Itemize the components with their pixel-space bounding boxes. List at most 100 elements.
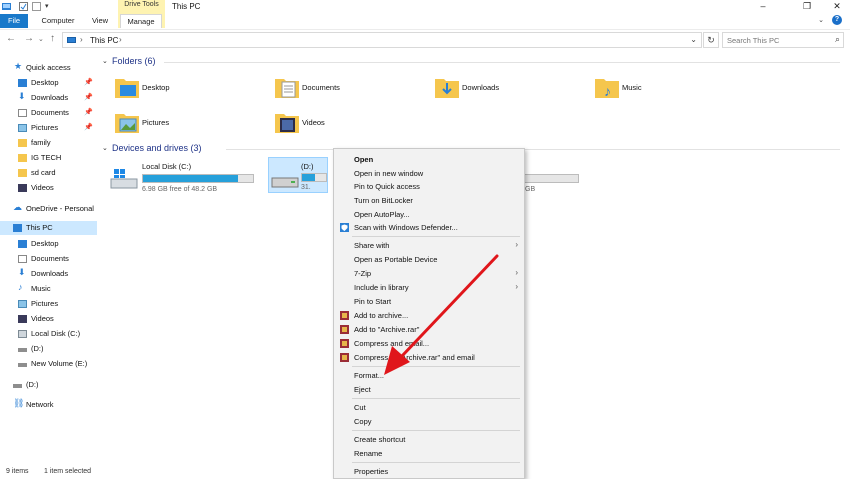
nav-quick-downloads[interactable]: ⬇ Downloads 📌	[0, 91, 97, 105]
nav-label: Music	[31, 284, 51, 293]
nav-pc-downloads[interactable]: ⬇ Downloads	[0, 267, 97, 281]
properties-icon[interactable]	[19, 2, 28, 11]
help-icon[interactable]: ?	[832, 15, 842, 25]
maximize-button[interactable]: ❐	[797, 0, 817, 12]
back-arrow-icon[interactable]: ←	[6, 33, 16, 44]
tab-computer[interactable]: Computer	[38, 14, 78, 28]
nav-quick-documents[interactable]: Documents 📌	[0, 106, 97, 120]
folder-tile[interactable]: Videos	[274, 109, 424, 139]
menu-item-pin-quick-access[interactable]: Pin to Quick access	[334, 180, 524, 193]
search-icon[interactable]: ⌕	[835, 34, 840, 45]
breadcrumb-this-pc[interactable]: This PC	[90, 36, 118, 45]
close-button[interactable]: ✕	[827, 0, 847, 12]
menu-item-7zip[interactable]: 7-Zip ›	[334, 267, 524, 280]
folders-group-header[interactable]: ⌄ Folders (6)	[102, 56, 842, 68]
menu-item-format[interactable]: Format...	[334, 369, 524, 382]
nav-pc-d[interactable]: (D:)	[0, 342, 97, 356]
drive-free-space: 6.98 GB free of 48.2 GB	[142, 186, 218, 193]
drive-tile-c[interactable]: Local Disk (C:) 6.98 GB free of 48.2 GB	[110, 159, 260, 199]
menu-item-open-new-window[interactable]: Open in new window	[334, 167, 524, 180]
nav-quick-desktop[interactable]: Desktop 📌	[0, 76, 97, 90]
menu-item-label: Open as Portable Device	[354, 255, 438, 264]
submenu-arrow-icon: ›	[515, 268, 518, 277]
folder-tile[interactable]: Desktop	[114, 74, 264, 104]
nav-pc-new-volume-e[interactable]: New Volume (E:)	[0, 357, 97, 371]
menu-item-compress-rar-email[interactable]: Compress to "Archive.rar" and email	[334, 351, 524, 364]
menu-item-label: Add to "Archive.rar"	[354, 325, 420, 334]
tab-file[interactable]: File	[0, 14, 28, 28]
minimize-button[interactable]: –	[753, 0, 773, 12]
folder-tile[interactable]: ♪ Music	[594, 74, 744, 104]
customize-toolbar-icon[interactable]: ▾	[45, 2, 54, 11]
menu-item-cut[interactable]: Cut	[334, 401, 524, 414]
nav-pc-documents[interactable]: Documents	[0, 252, 97, 266]
nav-quick-ig-tech[interactable]: IG TECH	[0, 151, 97, 165]
nav-quick-family[interactable]: family	[0, 136, 97, 150]
nav-this-pc[interactable]: This PC	[0, 221, 97, 235]
menu-item-compress-email[interactable]: Compress and email...	[334, 337, 524, 350]
menu-item-properties[interactable]: Properties	[334, 465, 524, 478]
address-dropdown-icon[interactable]: ⌄	[690, 35, 697, 44]
menu-item-eject[interactable]: Eject	[334, 383, 524, 396]
nav-network[interactable]: ⛓ Network	[0, 398, 97, 412]
item-count: 9 items	[6, 468, 29, 475]
nav-pc-music[interactable]: ♪ Music	[0, 282, 97, 296]
up-arrow-icon[interactable]: ↑	[50, 33, 55, 44]
context-menu: Open Open in new window Pin to Quick acc…	[333, 148, 525, 479]
menu-item-create-shortcut[interactable]: Create shortcut	[334, 433, 524, 446]
nav-pc-pictures[interactable]: Pictures	[0, 297, 97, 311]
drive-tile-d[interactable]: (D:) 31.	[268, 157, 328, 193]
nav-label: Quick access	[26, 63, 71, 72]
menu-item-label: Pin to Quick access	[354, 182, 420, 191]
address-bar[interactable]: › This PC › ⌄	[62, 32, 702, 48]
nav-quick-sd-card[interactable]: sd card	[0, 166, 97, 180]
menu-item-portable-device[interactable]: Open as Portable Device	[334, 253, 524, 266]
nav-removable-d[interactable]: (D:)	[0, 378, 97, 392]
tab-view[interactable]: View	[88, 14, 112, 28]
menu-item-label: 7-Zip	[354, 269, 372, 278]
this-pc-icon	[13, 224, 22, 232]
videos-folder-icon	[275, 114, 299, 133]
downloads-folder-icon	[435, 79, 459, 98]
folder-tile[interactable]: Pictures	[114, 109, 264, 139]
menu-item-rename[interactable]: Rename	[334, 447, 524, 460]
menu-item-label: Pin to Start	[354, 297, 392, 306]
nav-pc-local-disk-c[interactable]: Local Disk (C:)	[0, 327, 97, 341]
collapse-chevron-icon[interactable]: ⌄	[102, 57, 108, 65]
recent-locations-icon[interactable]: ⌄	[38, 35, 44, 43]
folder-tile[interactable]: Documents	[274, 74, 424, 104]
nav-pc-videos[interactable]: Videos	[0, 312, 97, 326]
nav-quick-access[interactable]: ★ Quick access	[0, 61, 97, 75]
menu-item-open[interactable]: Open	[334, 153, 524, 166]
menu-item-bitlocker[interactable]: Turn on BitLocker	[334, 194, 524, 207]
drive-name: (D:)	[301, 162, 314, 171]
menu-item-include-library[interactable]: Include in library ›	[334, 281, 524, 294]
menu-item-share-with[interactable]: Share with ›	[334, 239, 524, 252]
menu-item-pin-start[interactable]: Pin to Start	[334, 295, 524, 308]
collapse-chevron-icon[interactable]: ⌄	[102, 144, 108, 152]
expand-ribbon-icon[interactable]: ⌄	[818, 16, 824, 24]
folder-label: Desktop	[142, 83, 170, 92]
menu-item-copy[interactable]: Copy	[334, 415, 524, 428]
menu-item-autoplay[interactable]: Open AutoPlay...	[334, 208, 524, 221]
breadcrumb-chevron-icon[interactable]: ›	[119, 35, 122, 44]
nav-onedrive[interactable]: ☁ OneDrive - Personal	[0, 202, 97, 216]
menu-item-label: Open	[354, 155, 374, 164]
folder-tile[interactable]: Downloads	[434, 74, 584, 104]
downloads-icon: ⬇	[18, 267, 26, 277]
breadcrumb-chevron-icon[interactable]: ›	[80, 35, 83, 44]
nav-pc-desktop[interactable]: Desktop	[0, 237, 97, 251]
menu-item-add-archive[interactable]: Add to archive...	[334, 309, 524, 322]
nav-quick-videos[interactable]: Videos	[0, 181, 97, 195]
menu-item-defender-scan[interactable]: Scan with Windows Defender...	[334, 221, 524, 234]
tab-manage[interactable]: Manage	[120, 14, 162, 28]
new-folder-icon[interactable]	[32, 2, 41, 11]
menu-separator	[352, 366, 520, 367]
menu-item-add-archive-rar[interactable]: Add to "Archive.rar"	[334, 323, 524, 336]
search-input[interactable]: Search This PC ⌕	[722, 32, 844, 48]
refresh-icon[interactable]: ↻	[703, 32, 719, 48]
forward-arrow-icon[interactable]: →	[24, 33, 34, 44]
nav-quick-pictures[interactable]: Pictures 📌	[0, 121, 97, 135]
nav-label: Videos	[31, 183, 54, 192]
pin-icon: 📌	[84, 79, 93, 86]
